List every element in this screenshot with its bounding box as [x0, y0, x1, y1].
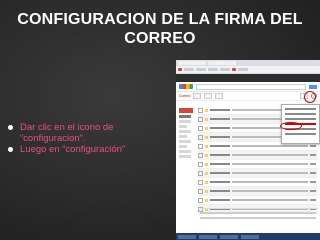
bookmark-item[interactable]: [208, 68, 218, 71]
sidebar-item[interactable]: [179, 145, 187, 148]
taskbar: [176, 233, 320, 240]
sidebar-item[interactable]: [179, 125, 187, 128]
table-row[interactable]: [198, 196, 318, 205]
more-button[interactable]: [215, 93, 224, 99]
bullet-list: Dar clic en el icono de “configuracion”.…: [8, 122, 178, 155]
browser-tab[interactable]: [178, 61, 206, 65]
search-row: [176, 82, 320, 92]
bookmark-item[interactable]: [184, 68, 194, 71]
bullet-text: Dar clic en el icono de “configuracion”.: [20, 122, 114, 144]
bookmark-item[interactable]: [238, 68, 248, 71]
table-row[interactable]: [198, 151, 318, 160]
bullet-item: Dar clic en el icono de “configuracion”.: [8, 122, 178, 144]
refresh-button[interactable]: [204, 93, 213, 99]
reading-pane: [198, 208, 318, 223]
mail-label: Correo: [179, 94, 191, 98]
table-row[interactable]: [198, 169, 318, 178]
sidebar-item[interactable]: [179, 140, 191, 143]
bookmark-item[interactable]: [196, 68, 206, 71]
bullet-item: Luego en “configuración”: [8, 144, 178, 155]
taskbar-item[interactable]: [199, 234, 217, 239]
gear-highlight-circle: [304, 91, 316, 103]
bullet-dot-icon: [8, 125, 13, 130]
menu-item[interactable]: [285, 108, 316, 110]
slide-title: CONFIGURACION DE LA FIRMA DEL CORREO: [17, 11, 303, 47]
bullet-dot-icon: [8, 147, 13, 152]
search-input[interactable]: [196, 83, 306, 90]
sidebar-item[interactable]: [179, 155, 191, 158]
table-row[interactable]: [198, 160, 318, 169]
bookmark-icon[interactable]: [232, 68, 236, 71]
search-button[interactable]: [309, 84, 317, 89]
sidebar-item[interactable]: [179, 130, 191, 133]
mail-toolbar: Correo: [176, 92, 320, 101]
compose-button[interactable]: [179, 108, 193, 113]
taskbar-item[interactable]: [178, 234, 196, 239]
gmail-screenshot: Correo: [176, 60, 320, 240]
menu-item[interactable]: [285, 113, 316, 115]
sidebar-item[interactable]: [179, 115, 191, 118]
bookmark-icon[interactable]: [178, 68, 182, 71]
bookmark-item[interactable]: [220, 68, 230, 71]
browser-tab[interactable]: [208, 61, 236, 65]
table-row[interactable]: [198, 187, 318, 196]
bullet-text: Luego en “configuración”: [20, 144, 126, 155]
settings-highlight-oval: [280, 122, 302, 130]
menu-item[interactable]: [285, 133, 316, 135]
sidebar: [176, 106, 196, 160]
bookmarks-bar: [176, 66, 320, 74]
taskbar-item[interactable]: [220, 234, 238, 239]
sidebar-item[interactable]: [179, 135, 187, 138]
select-checkbox-button[interactable]: [193, 93, 202, 99]
google-logo: [179, 84, 193, 89]
google-bar: [176, 74, 320, 82]
taskbar-item[interactable]: [241, 234, 259, 239]
sidebar-item[interactable]: [179, 150, 191, 153]
table-row[interactable]: [198, 178, 318, 187]
sidebar-item[interactable]: [179, 120, 191, 123]
menu-item[interactable]: [285, 118, 316, 120]
